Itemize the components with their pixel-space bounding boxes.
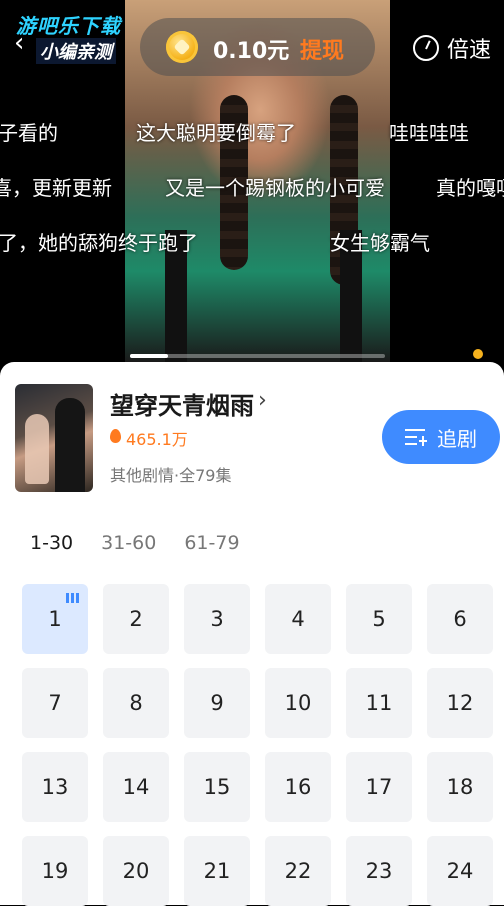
episode-number: 13 xyxy=(41,775,69,799)
episode-number: 8 xyxy=(129,691,143,715)
follow-label: 追剧 xyxy=(437,426,477,451)
chevron-left-icon[interactable]: ‹ xyxy=(14,30,24,56)
episode-number: 5 xyxy=(372,607,386,631)
episode-number: 15 xyxy=(203,775,231,799)
speed-icon xyxy=(413,35,439,61)
episode-button[interactable]: 20 xyxy=(103,836,169,906)
episode-number: 12 xyxy=(446,691,474,715)
episode-button[interactable]: 6 xyxy=(427,584,493,654)
episode-button[interactable]: 17 xyxy=(346,752,412,822)
episode-number: 14 xyxy=(122,775,150,799)
episode-button[interactable]: 4 xyxy=(265,584,331,654)
episode-number: 21 xyxy=(203,859,231,883)
withdraw-button[interactable]: 提现 xyxy=(300,33,344,65)
fire-icon xyxy=(110,429,121,443)
episode-number: 20 xyxy=(122,859,150,883)
drama-meta: 其他剧情·全79集 xyxy=(110,466,232,485)
episode-number: 7 xyxy=(48,691,62,715)
follow-button[interactable]: 追剧 xyxy=(382,410,500,464)
episode-button[interactable]: 15 xyxy=(184,752,250,822)
episode-button-current[interactable]: 1 xyxy=(22,584,88,654)
tab-range-31-60[interactable]: 31-60 xyxy=(101,532,156,554)
episode-button[interactable]: 19 xyxy=(22,836,88,906)
episode-button[interactable]: 3 xyxy=(184,584,250,654)
episode-button[interactable]: 18 xyxy=(427,752,493,822)
playlist-add-icon xyxy=(405,428,427,446)
danmaku-comment: 女生够霸气 xyxy=(330,231,430,255)
episode-button[interactable]: 21 xyxy=(184,836,250,906)
episode-button[interactable]: 23 xyxy=(346,836,412,906)
episode-range-tabs: 1-30 31-60 61-79 xyxy=(30,532,268,554)
episode-sheet: 望穿天青烟雨 › 465.1万 其他剧情·全79集 追剧 1-30 31-60 … xyxy=(0,362,504,906)
episode-button[interactable]: 2 xyxy=(103,584,169,654)
episode-number: 11 xyxy=(365,691,393,715)
episode-number: 24 xyxy=(446,859,474,883)
episode-button[interactable]: 5 xyxy=(346,584,412,654)
danmaku-comment: 又是一个踢钢板的小可爱 xyxy=(165,176,385,200)
episode-number: 6 xyxy=(453,607,467,631)
watermark-subtitle: 小编亲测 xyxy=(36,38,116,64)
episode-button[interactable]: 24 xyxy=(427,836,493,906)
episode-number: 3 xyxy=(210,607,224,631)
episode-number: 16 xyxy=(284,775,312,799)
episode-button[interactable]: 13 xyxy=(22,752,88,822)
episode-number: 23 xyxy=(365,859,393,883)
episode-button[interactable]: 9 xyxy=(184,668,250,738)
danmaku-comment: 哇哇哇哇 xyxy=(389,121,469,145)
drama-title[interactable]: 望穿天青烟雨 xyxy=(110,386,254,421)
episode-number: 22 xyxy=(284,859,312,883)
episode-button[interactable]: 11 xyxy=(346,668,412,738)
watermark: 游吧乐下载 小编亲测 xyxy=(12,10,142,66)
equalizer-icon xyxy=(66,593,80,603)
progress-fill xyxy=(130,354,169,358)
danmaku-comment: 这大聪明要倒霉了 xyxy=(136,121,296,145)
episode-number: 4 xyxy=(291,607,305,631)
episode-button[interactable]: 8 xyxy=(103,668,169,738)
danmaku-comment: 真的嘎嘎 xyxy=(436,176,504,200)
episode-button[interactable]: 7 xyxy=(22,668,88,738)
episode-number: 10 xyxy=(284,691,312,715)
episode-number: 18 xyxy=(446,775,474,799)
speed-label: 倍速 xyxy=(447,38,492,63)
episode-button[interactable]: 16 xyxy=(265,752,331,822)
drama-poster[interactable] xyxy=(15,384,93,492)
speed-button[interactable]: 倍速 xyxy=(413,32,491,64)
video-player[interactable]: 游吧乐下载 小编亲测 ‹ 0.10元 提现 倍速 子看的 这大聪明要倒霉了 哇哇… xyxy=(0,0,504,362)
episode-number: 1 xyxy=(48,607,62,631)
progress-bar[interactable] xyxy=(130,354,385,358)
heat-count: 465.1万 xyxy=(126,430,188,449)
tab-range-1-30[interactable]: 1-30 xyxy=(30,532,73,554)
coin-icon xyxy=(166,31,198,63)
episode-button[interactable]: 22 xyxy=(265,836,331,906)
watermark-title: 游吧乐下载 xyxy=(16,14,121,38)
danmaku-comment: 了，她的舔狗终于跑了 xyxy=(0,231,198,255)
tab-range-61-79[interactable]: 61-79 xyxy=(184,532,239,554)
episode-button[interactable]: 14 xyxy=(103,752,169,822)
coin-reward-pill[interactable]: 0.10元 提现 xyxy=(140,18,375,76)
episode-number: 19 xyxy=(41,859,69,883)
coin-amount: 0.10元 xyxy=(213,39,290,64)
chevron-right-icon[interactable]: › xyxy=(258,388,267,413)
episode-number: 17 xyxy=(365,775,393,799)
episode-number: 9 xyxy=(210,691,224,715)
progress-marker-dot xyxy=(473,349,483,359)
danmaku-comment: 子看的 xyxy=(0,121,58,145)
danmaku-comment: 喜，更新更新 xyxy=(0,176,112,200)
episode-button[interactable]: 12 xyxy=(427,668,493,738)
episode-button[interactable]: 10 xyxy=(265,668,331,738)
episode-number: 2 xyxy=(129,607,143,631)
